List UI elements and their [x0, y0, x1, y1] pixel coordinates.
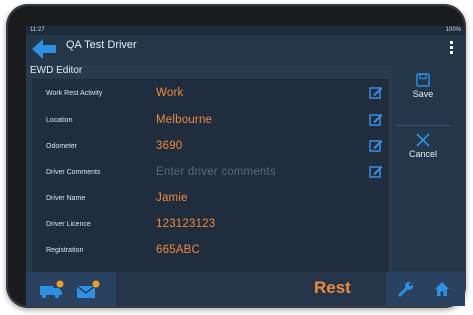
- bottom-right-group: [386, 272, 465, 306]
- field-label: Location: [46, 116, 73, 124]
- cancel-button[interactable]: Cancel: [398, 129, 448, 181]
- back-arrow-icon: [32, 39, 56, 59]
- field-label: Driver Comments: [46, 168, 101, 176]
- field-value: Jamie: [156, 192, 188, 204]
- field-row-driver-licence: Driver Licence 123123123: [32, 212, 389, 236]
- field-value: 3690: [156, 140, 183, 152]
- bottom-bar: Rest: [26, 272, 465, 306]
- tablet-frame: 11:27 100% QA Test Driver EWD Editor Wor…: [6, 4, 466, 308]
- field-row-driver-comments[interactable]: Driver Comments Enter driver comments: [32, 160, 389, 184]
- edit-icon[interactable]: [369, 112, 383, 126]
- more-vert-icon: [449, 41, 455, 54]
- field-label: Registration: [46, 246, 84, 254]
- status-indicators: 100%: [445, 27, 461, 33]
- field-value: Work: [156, 87, 184, 99]
- app-screen: 11:27 100% QA Test Driver EWD Editor Wor…: [26, 26, 465, 306]
- home-icon[interactable]: [434, 281, 450, 302]
- action-sidebar: Save Cancel: [392, 65, 465, 271]
- field-row-registration: Registration 665ABC: [32, 238, 389, 262]
- back-button[interactable]: [32, 38, 56, 60]
- truck-icon[interactable]: [40, 280, 64, 305]
- wrench-icon[interactable]: [398, 281, 414, 302]
- close-icon: [416, 133, 430, 147]
- field-row-odometer[interactable]: Odometer 3690: [32, 134, 389, 158]
- field-label: Odometer: [46, 142, 78, 150]
- field-value: 123123123: [156, 218, 216, 230]
- save-icon: [416, 73, 430, 87]
- ewd-form: Work Rest Activity Work Location Melbour…: [32, 79, 389, 274]
- edit-icon[interactable]: [369, 138, 383, 152]
- edit-icon[interactable]: [369, 164, 383, 178]
- field-value: Melbourne: [156, 114, 213, 126]
- driver-comments-placeholder[interactable]: Enter driver comments: [156, 166, 276, 178]
- bottom-left-group: [26, 272, 116, 306]
- status-bar: 11:27 100%: [26, 26, 465, 35]
- app-bar: QA Test Driver: [26, 35, 465, 65]
- field-value: 665ABC: [156, 244, 201, 256]
- sidebar-divider: [396, 125, 450, 126]
- status-rest-label[interactable]: Rest: [314, 278, 351, 298]
- save-button[interactable]: Save: [398, 69, 448, 121]
- field-label: Driver Licence: [46, 220, 91, 228]
- cancel-label: Cancel: [408, 149, 437, 159]
- overflow-menu-button[interactable]: [449, 41, 455, 57]
- field-row-driver-name: Driver Name Jamie: [32, 186, 389, 210]
- status-time: 11:27: [30, 27, 45, 33]
- field-row-work-rest-activity[interactable]: Work Rest Activity Work: [32, 81, 389, 105]
- field-label: Driver Name: [46, 194, 86, 202]
- field-label: Work Rest Activity: [46, 89, 103, 97]
- app-title: QA Test Driver: [66, 39, 137, 51]
- save-label: Save: [412, 89, 434, 99]
- editor-title: EWD Editor: [30, 65, 83, 76]
- field-row-location[interactable]: Location Melbourne: [32, 108, 389, 132]
- edit-icon[interactable]: [369, 85, 383, 99]
- mail-icon[interactable]: [76, 280, 100, 305]
